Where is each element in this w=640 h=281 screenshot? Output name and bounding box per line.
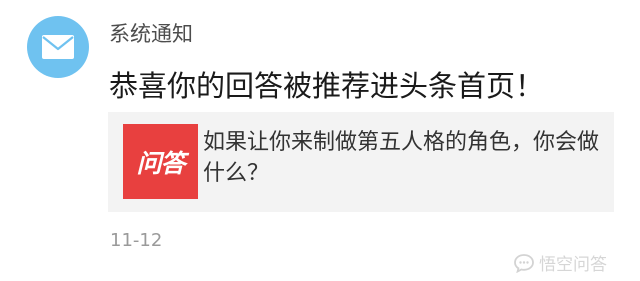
wukong-watermark: 悟空问答	[513, 250, 607, 275]
question-title: 如果让你来制做第五人格的角色，你会做什么？	[203, 130, 600, 186]
notification-headline: 恭喜你的回答被推荐进头条首页！	[109, 69, 545, 103]
notification-date: 11-12	[110, 230, 163, 251]
mail-envelope-icon	[42, 35, 74, 59]
chat-bubble-icon	[514, 253, 534, 273]
question-card[interactable]: 问答 如果让你来制做第五人格的角色，你会做什么？	[108, 112, 614, 212]
notification-page: 系统通知 恭喜你的回答被推荐进头条首页！ 问答 如果让你来制做第五人格的角色，你…	[0, 0, 640, 281]
wenda-logo-text: 问答	[136, 148, 185, 178]
system-notification-avatar[interactable]	[27, 16, 89, 78]
sender-name: 系统通知	[109, 22, 193, 46]
wenda-logo: 问答	[123, 124, 198, 199]
watermark-text: 悟空问答	[539, 255, 607, 275]
